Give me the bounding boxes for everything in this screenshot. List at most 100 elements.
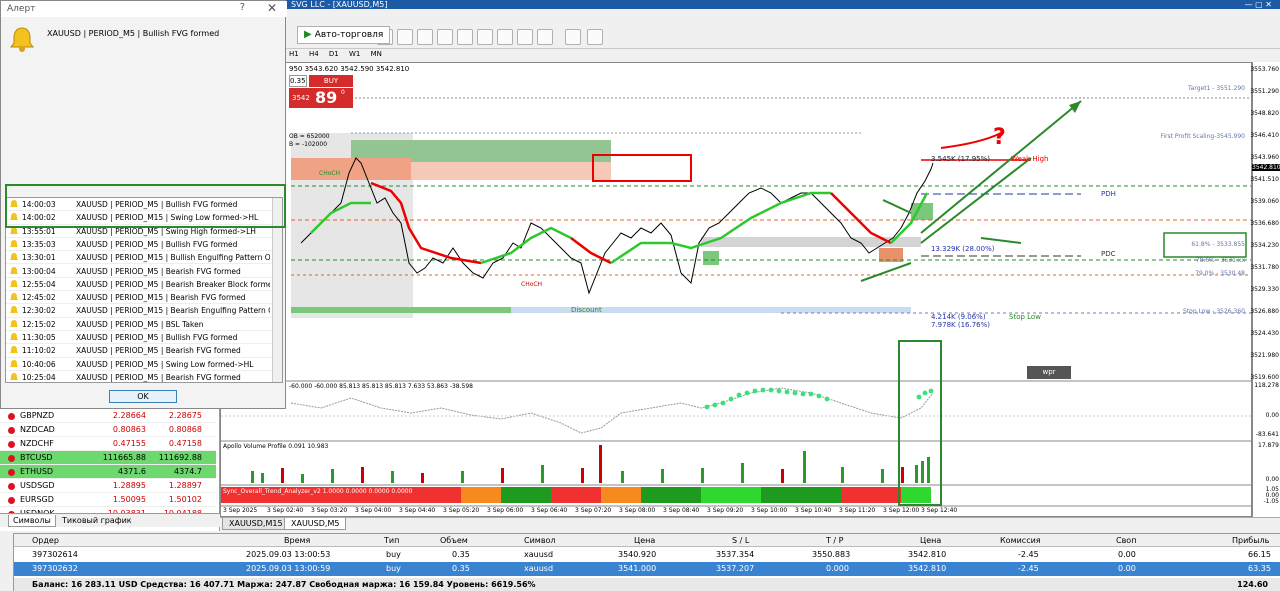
chart-line-icon[interactable] [417,29,433,45]
balance-bar: Баланс: 16 283.11 USD Средства: 16 407.7… [14,578,1280,591]
mw-row[interactable]: ETHUSD 4371.6 4374.7 [0,465,216,479]
list-item[interactable]: 12:55:04 XAUUSD | PERIOD_M5 | Bearish Bre… [6,278,272,292]
cell-swap: 0.00 [1118,550,1136,559]
arrow-green-1 [920,100,1082,234]
period-w1[interactable]: W1 [349,50,360,58]
cell-type: buy [386,550,401,559]
period-h4[interactable]: H4 [309,50,319,58]
osc-tick: -83.641 [1255,431,1279,438]
symbol-status-icon [8,497,15,504]
period-bar: H1 H4 D1 W1 MN [289,50,382,58]
cell-type: buy [386,564,401,573]
list-item[interactable]: 12:45:02 XAUUSD | PERIOD_M15 | Bearish FV… [6,291,272,305]
autotrade-button[interactable]: ▶ Авто-торговля [297,26,391,44]
period-mn[interactable]: MN [371,50,382,58]
tile-windows-icon[interactable] [477,29,493,45]
price-tick: 3553.760 [1250,66,1279,73]
table-row[interactable]: 397302614 2025.09.03 13:00:53 buy 0.35 x… [14,548,1280,562]
cell-volume: 0.35 [452,564,470,573]
mw-ask: 1.28897 [168,481,202,490]
col-type[interactable]: Тип [384,534,399,547]
col-tp[interactable]: T / P [826,534,844,547]
alert-row-message: XAUUSD | PERIOD_M5 | Swing Low formed->H… [76,359,254,369]
col-time[interactable]: Время [284,534,310,547]
window-controls[interactable]: — ▢ ✕ [1220,0,1280,9]
mw-row[interactable]: BTCUSD 111665.88 111692.88 [0,451,216,465]
alert-title: Алерт [7,4,36,14]
price-chart[interactable]: 950 3543.620 3542.590 3542.810 OB = 6520… [220,62,1252,517]
list-item[interactable]: 11:10:02 XAUUSD | PERIOD_M5 | Bearish FVG… [6,344,272,358]
buy-price-box[interactable]: 3542 89 0 [289,88,353,108]
chart-shift-icon[interactable] [517,29,533,45]
list-item[interactable]: 10:40:06 XAUUSD | PERIOD_M5 | Swing Low f… [6,358,272,371]
alert-time: 12:15:02 [22,319,56,329]
mw-ask: 1.50102 [168,495,202,504]
ok-button[interactable]: OK [109,390,177,403]
alert-time: 13:00:04 [22,266,56,276]
list-item[interactable]: 12:30:02 XAUUSD | PERIOD_M15 | Bearish En… [6,304,272,318]
cell-order: 397302632 [32,564,78,573]
indicators-icon[interactable] [537,29,553,45]
autoscroll-icon[interactable] [497,29,513,45]
zoom-in-icon[interactable] [437,29,453,45]
chart-candles-icon[interactable] [397,29,413,45]
help-icon[interactable]: ? [240,2,245,13]
osc-tick: 0.00 [1265,412,1279,419]
terminal-side-tab[interactable] [0,533,14,591]
list-item[interactable]: 13:35:03 XAUUSD | PERIOD_M5 | Bullish FVG… [6,238,272,252]
mw-symbol: EURSGD [20,495,54,504]
cell-time: 2025.09.03 13:00:53 [246,550,331,559]
cell-symbol: xauusd [524,564,554,573]
lot-input[interactable]: 0.35 [289,75,307,87]
time-label: 3 Sep 06:40 [531,507,568,514]
mw-row[interactable]: USDSGD 1.28895 1.28897 [0,479,216,493]
buy-price-small: 3542 [292,94,310,102]
buy-button[interactable]: BUY [309,75,353,87]
list-item[interactable]: 10:25:04 XAUUSD | PERIOD_M5 | Bearish FVG… [6,371,272,382]
tab-symbols[interactable]: Символы [8,515,56,527]
bell-icon [10,279,18,287]
symbol-status-icon [8,441,15,448]
close-icon[interactable]: ✕ [267,1,277,15]
label-stop-low-val: Stop Low - 3526.360 [1183,308,1245,315]
mw-row[interactable]: NZDCAD 0.80863 0.80868 [0,423,216,437]
col-commission[interactable]: Комиссия [1000,534,1041,547]
mw-row[interactable]: GBPNZD 2.28664 2.28675 [0,409,216,423]
col-order[interactable]: Ордер [32,534,59,547]
zoom-out-icon[interactable] [457,29,473,45]
oscillator-line [290,387,934,434]
col-volume[interactable]: Объем [440,534,468,547]
label-first-profit: First Profit Scaling-3545.990 [1160,133,1245,140]
alert-time: 11:30:05 [22,333,56,342]
time-label: 3 Sep 12:40 [921,507,958,514]
list-item[interactable]: 13:00:04 XAUUSD | PERIOD_M5 | Bearish FVG… [6,265,272,278]
mw-row[interactable]: NZDCHF 0.47155 0.47158 [0,437,216,451]
col-profit[interactable]: Прибыль [1232,534,1269,547]
volume-info: Apollo Volume Profile 0.091 10.983 [223,443,329,450]
tab-xauusd-m15[interactable]: XAUUSD,M15 [222,518,290,530]
list-item[interactable]: 11:30:05 XAUUSD | PERIOD_M5 | Bullish FVG… [6,331,272,345]
chart-info-line: 950 3543.620 3542.590 3542.810 [289,65,410,73]
table-row[interactable]: 397302632 2025.09.03 13:00:59 buy 0.35 x… [14,562,1280,576]
alert-time: 13:35:03 [22,239,56,249]
mw-row[interactable]: EURSGD 1.50095 1.50102 [0,493,216,507]
periods-icon[interactable] [565,29,581,45]
col-cur-price[interactable]: Цена [920,534,941,547]
mw-bid: 2.28664 [112,411,146,420]
time-label: 3 Sep 10:40 [795,507,832,514]
templates-icon[interactable] [587,29,603,45]
bell-icon [10,372,18,380]
label-fib-790: 79.0% - 3530.48 [1195,270,1245,277]
cell-sl: 3537.354 [716,550,755,559]
period-d1[interactable]: D1 [329,50,339,58]
volume-bars [251,445,930,483]
col-price[interactable]: Цена [634,534,655,547]
list-item[interactable]: 12:15:02 XAUUSD | PERIOD_M5 | BSL Taken [6,318,272,331]
col-symbol[interactable]: Символ [524,534,556,547]
col-swap[interactable]: Своп [1116,534,1136,547]
list-item[interactable]: 13:30:01 XAUUSD | PERIOD_M15 | Bullish En… [6,251,272,265]
col-sl[interactable]: S / L [732,534,749,547]
tab-xauusd-m5[interactable]: XAUUSD,M5 [284,518,347,530]
period-h1[interactable]: H1 [289,50,299,58]
tab-tick-chart[interactable]: Тиковый график [58,515,136,527]
